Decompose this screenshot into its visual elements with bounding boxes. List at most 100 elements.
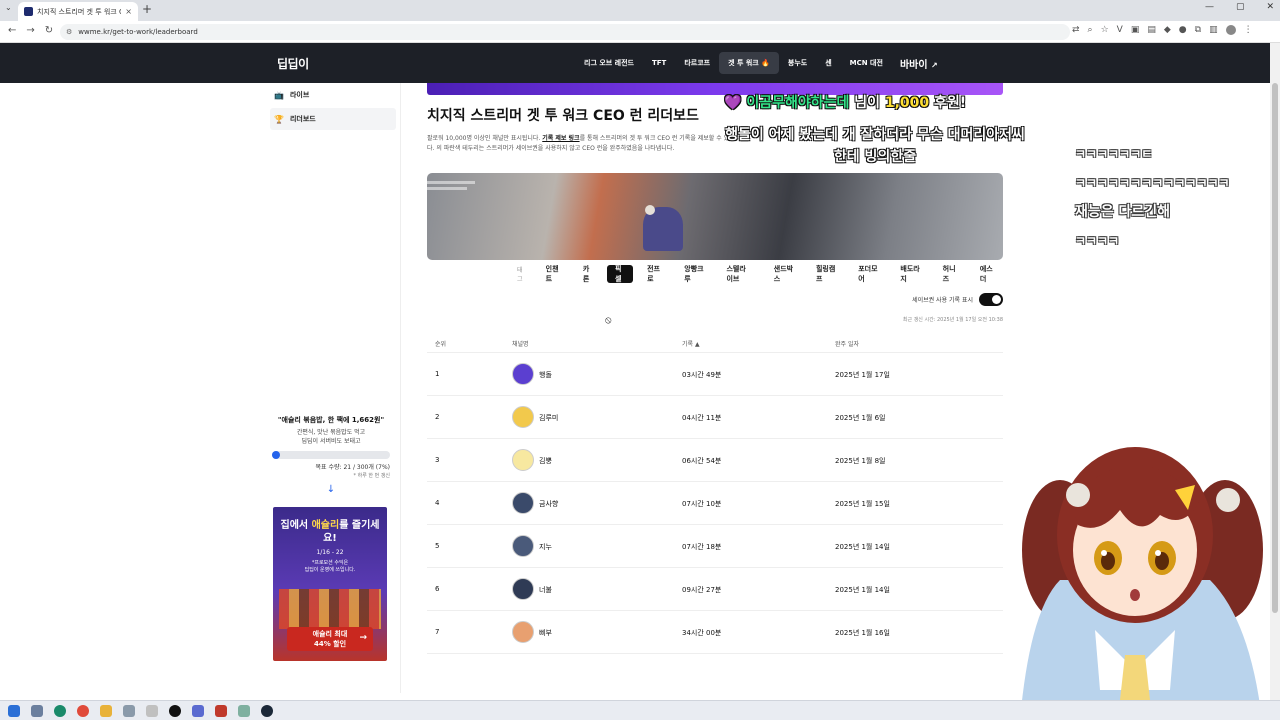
- sidebar-item-label: 리더보드: [289, 115, 316, 123]
- minimize-icon[interactable]: —: [1205, 2, 1214, 12]
- extensions-puzzle-icon[interactable]: ⧉: [1195, 25, 1201, 35]
- table-row[interactable]: 3 김뿡 06시간 54분 2025년 1월 8일: [427, 439, 1003, 482]
- extension-icon[interactable]: ◆: [1164, 25, 1171, 35]
- taskbar-app-icon[interactable]: [146, 704, 158, 717]
- ad-cta-button[interactable]: 애슐리 최대 44% 할인 →: [287, 627, 373, 651]
- nav-brand-link[interactable]: 바바이 ↗: [892, 56, 946, 71]
- table-row[interactable]: 7 삐부 34시간 00분 2025년 1월 16일: [427, 611, 1003, 654]
- taskbar-app-icon[interactable]: [238, 704, 250, 717]
- url-field[interactable]: ⚙ wwme.kr/get-to-work/leaderboard: [60, 24, 1070, 40]
- row-record: 03시간 49분: [682, 371, 722, 379]
- tab-close-icon[interactable]: ×: [125, 7, 132, 16]
- tag-junpro[interactable]: 전프로: [639, 265, 671, 283]
- channel-name[interactable]: 김루미: [539, 413, 558, 423]
- channel-name[interactable]: 김뿡: [539, 456, 552, 466]
- steam-icon[interactable]: [261, 704, 273, 717]
- nav-item-tft[interactable]: TFT: [643, 53, 675, 73]
- col-rank[interactable]: 순위: [435, 339, 446, 348]
- fund-progress-bar: [272, 451, 390, 459]
- tag-healingcamp[interactable]: 힐링캠프: [807, 265, 845, 283]
- fund-description: 간편식, 맛난 볶음밥도 먹고 딥딥이 서버비도 보태고: [272, 428, 390, 446]
- table-row[interactable]: 6 너불 09시간 27분 2025년 1월 14일: [427, 568, 1003, 611]
- taskbar-app-icon[interactable]: [169, 704, 181, 717]
- start-menu-icon[interactable]: [8, 704, 20, 717]
- browser-tab[interactable]: 치지직 스트리머 겟 투 워크 C... ×: [18, 2, 138, 21]
- site-info-icon[interactable]: ⚙: [66, 28, 72, 36]
- save-record-toggle[interactable]: [979, 293, 1003, 306]
- channel-avatar[interactable]: [512, 578, 534, 600]
- window-close-icon[interactable]: ✕: [1266, 2, 1274, 12]
- tag-forthemore[interactable]: 포더모어: [850, 265, 887, 283]
- tag-stellive[interactable]: 스텔라이브: [718, 265, 760, 283]
- sidebar-item-leaderboard[interactable]: 🏆 리더보드: [270, 108, 396, 130]
- channel-avatar[interactable]: [512, 492, 534, 514]
- channel-name[interactable]: 너불: [539, 585, 552, 595]
- nav-item-tarkov[interactable]: 타르코프: [675, 52, 719, 74]
- new-tab-button[interactable]: +: [142, 2, 152, 16]
- bookmark-star-icon[interactable]: ☆: [1101, 25, 1109, 35]
- tag-sandbox[interactable]: 샌드박스: [765, 265, 802, 283]
- edge-icon[interactable]: [54, 704, 66, 717]
- tag-angbbang[interactable]: 앙빵크루: [676, 265, 713, 283]
- maximize-icon[interactable]: ▢: [1236, 2, 1245, 12]
- taskbar-app-icon[interactable]: [192, 704, 204, 717]
- fund-note: * 하루 한 번 갱신: [353, 473, 390, 479]
- promo-ad-banner[interactable]: 집에서 애슐리를 즐기세요! 1/16 - 22 *프로모션 수익은 딥딥이 운…: [273, 507, 387, 661]
- table-row[interactable]: 1 행돌 03시간 49분 2025년 1월 17일: [427, 353, 1003, 396]
- row-rank: 6: [435, 585, 440, 593]
- url-text: wwme.kr/get-to-work/leaderboard: [78, 28, 198, 36]
- site-logo[interactable]: 딥딥이: [277, 55, 309, 72]
- extension-icon[interactable]: ●: [1179, 25, 1187, 35]
- chrome-icon[interactable]: [77, 704, 89, 717]
- nav-item-sen[interactable]: 센: [816, 52, 840, 74]
- report-link[interactable]: 기록 제보 링크: [542, 135, 579, 142]
- channel-avatar[interactable]: [512, 406, 534, 428]
- nav-item-get-to-work[interactable]: 겟 투 워크 🔥: [719, 52, 779, 74]
- nav-item-lol[interactable]: 리그 오브 레전드: [575, 52, 643, 74]
- tab-search-icon[interactable]: ⌄: [5, 3, 12, 12]
- taskbar-app-icon[interactable]: [31, 704, 43, 717]
- table-row[interactable]: 4 금사향 07시간 10분 2025년 1월 15일: [427, 482, 1003, 525]
- extension-icon[interactable]: ▣: [1131, 25, 1140, 35]
- tag-charon[interactable]: 카론: [574, 265, 601, 283]
- channel-avatar[interactable]: [512, 363, 534, 385]
- forward-icon[interactable]: →: [26, 25, 34, 36]
- channel-name[interactable]: 지누: [539, 542, 552, 552]
- channel-avatar[interactable]: [512, 535, 534, 557]
- channel-name[interactable]: 금사향: [539, 499, 558, 509]
- reload-icon[interactable]: ↻: [45, 25, 53, 36]
- channel-avatar[interactable]: [512, 621, 534, 643]
- profile-avatar-icon[interactable]: [1225, 25, 1236, 35]
- sidepanel-icon[interactable]: ▥: [1209, 25, 1218, 35]
- extension-v-icon[interactable]: V: [1117, 25, 1123, 35]
- tag-baedoraji[interactable]: 배도라지: [892, 265, 929, 283]
- zoom-icon[interactable]: ⌕: [1088, 25, 1093, 35]
- back-icon[interactable]: ←: [8, 25, 16, 36]
- extension-icon[interactable]: ▤: [1147, 25, 1156, 35]
- channel-name[interactable]: 삐부: [539, 628, 552, 638]
- tag-enchant[interactable]: 인챈트: [537, 265, 569, 283]
- tag-esther[interactable]: 에스더: [971, 265, 1003, 283]
- file-explorer-icon[interactable]: [100, 704, 112, 717]
- sidebar-item-live[interactable]: 📺 라이브: [270, 84, 396, 106]
- external-link-icon: ↗: [931, 60, 938, 70]
- table-row[interactable]: 5 지누 07시간 18분 2025년 1월 14일: [427, 525, 1003, 568]
- table-row[interactable]: 2 김루미 04시간 11분 2025년 1월 6일: [427, 396, 1003, 439]
- page-scrollbar[interactable]: [1270, 43, 1280, 700]
- col-channel[interactable]: 채널명: [512, 339, 529, 348]
- channel-name[interactable]: 행돌: [539, 370, 552, 380]
- taskbar-app-icon[interactable]: [123, 704, 135, 717]
- nav-item-bongnudo[interactable]: 봉누도: [779, 52, 816, 74]
- tag-pixel[interactable]: 픽셀: [606, 265, 634, 283]
- scrollbar-thumb[interactable]: [1272, 83, 1278, 613]
- col-record[interactable]: 기록 ▲: [682, 339, 700, 348]
- taskbar-app-icon[interactable]: [215, 704, 227, 717]
- ad-desc-line: 딥딥이 운영에 쓰입니다.: [304, 567, 356, 573]
- vtuber-avatar: [1020, 447, 1263, 720]
- tag-honeyz[interactable]: 허니즈: [934, 265, 966, 283]
- col-date[interactable]: 완주 일자: [835, 339, 859, 348]
- translate-icon[interactable]: ⇄: [1072, 25, 1080, 35]
- more-menu-icon[interactable]: ⋮: [1244, 25, 1253, 35]
- channel-avatar[interactable]: [512, 449, 534, 471]
- nav-item-mcn[interactable]: MCN 대전: [841, 52, 892, 74]
